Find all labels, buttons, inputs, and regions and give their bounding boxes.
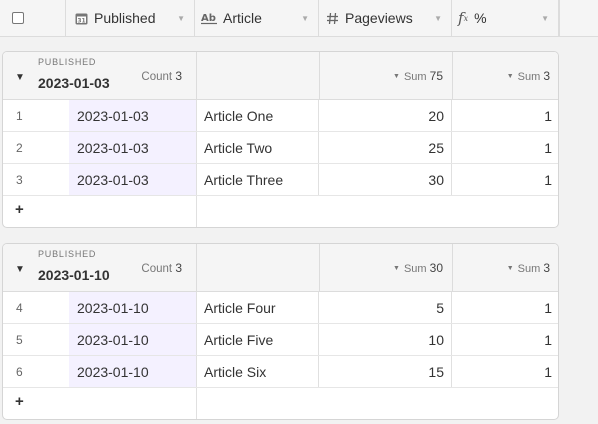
add-record-button[interactable]: + <box>15 393 24 410</box>
percent-cell[interactable]: 1 <box>452 132 558 163</box>
column-header-percent[interactable]: fx % ▼ <box>452 0 559 36</box>
percent-sum[interactable]: ▼ Sum 3 <box>507 261 550 275</box>
column-header-article[interactable]: Ab Article ▼ <box>195 0 319 36</box>
collapse-triangle-icon[interactable]: ▼ <box>15 264 25 275</box>
published-cell[interactable]: 2023-01-03 <box>69 164 196 195</box>
svg-text:31: 31 <box>77 17 85 24</box>
pageviews-cell[interactable]: 25 <box>319 132 452 163</box>
hash-icon <box>326 12 339 25</box>
article-cell[interactable]: Article Three <box>196 164 319 195</box>
caret-down-icon: ▼ <box>393 265 400 272</box>
group-value: 2023-01-10 <box>38 267 110 283</box>
group-count: Count 3 <box>141 261 182 275</box>
column-label-published: Published <box>94 10 156 26</box>
group-header: ▼ PUBLISHED 2023-01-10 Count 3 ▼ Sum 30 ▼… <box>3 244 558 292</box>
row-number: 5 <box>16 332 23 347</box>
row-number: 1 <box>16 108 23 123</box>
published-cell[interactable]: 2023-01-10 <box>69 324 196 355</box>
chevron-down-icon[interactable]: ▼ <box>301 14 309 23</box>
table-row[interactable]: 1 2023-01-03 Article One 20 1 <box>3 100 558 132</box>
group-field-label: PUBLISHED <box>38 249 97 259</box>
collapse-triangle-icon[interactable]: ▼ <box>15 72 25 83</box>
chevron-down-icon[interactable]: ▼ <box>541 14 549 23</box>
select-all-checkbox[interactable] <box>12 12 24 24</box>
row-number: 4 <box>16 300 23 315</box>
group-value: 2023-01-03 <box>38 75 110 91</box>
pageviews-cell[interactable]: 10 <box>319 324 452 355</box>
pageviews-sum[interactable]: ▼ Sum 75 <box>393 69 443 83</box>
percent-cell[interactable]: 1 <box>452 292 558 323</box>
group-field-label: PUBLISHED <box>38 57 97 67</box>
article-cell[interactable]: Article Six <box>196 356 319 387</box>
column-header-published[interactable]: 31 Published ▼ <box>66 0 195 36</box>
column-header-bar: 31 Published ▼ Ab Article ▼ Pageviews ▼ … <box>0 0 598 37</box>
article-cell[interactable]: Article One <box>196 100 319 131</box>
column-label-percent: % <box>474 10 487 26</box>
column-label-pageviews: Pageviews <box>345 10 413 26</box>
add-record-row[interactable]: + <box>3 196 558 227</box>
published-cell[interactable]: 2023-01-10 <box>69 356 196 387</box>
column-label-article: Article <box>223 10 262 26</box>
percent-sum[interactable]: ▼ Sum 3 <box>507 69 550 83</box>
table-row[interactable]: 6 2023-01-10 Article Six 15 1 <box>3 356 558 388</box>
percent-cell[interactable]: 1 <box>452 100 558 131</box>
svg-text:Ab: Ab <box>201 13 216 24</box>
group-2023-01-10: ▼ PUBLISHED 2023-01-10 Count 3 ▼ Sum 30 ▼… <box>2 243 559 420</box>
text-field-icon: Ab <box>201 12 217 25</box>
pageviews-cell[interactable]: 20 <box>319 100 452 131</box>
formula-icon: fx <box>458 9 469 27</box>
published-cell[interactable]: 2023-01-03 <box>69 100 196 131</box>
table-row[interactable]: 5 2023-01-10 Article Five 10 1 <box>3 324 558 356</box>
add-record-button[interactable]: + <box>15 201 24 218</box>
table-row[interactable]: 2 2023-01-03 Article Two 25 1 <box>3 132 558 164</box>
article-cell[interactable]: Article Four <box>196 292 319 323</box>
group-2023-01-03: ▼ PUBLISHED 2023-01-03 Count 3 ▼ Sum 75 ▼… <box>2 51 559 228</box>
article-cell[interactable]: Article Two <box>196 132 319 163</box>
table-row[interactable]: 4 2023-01-10 Article Four 5 1 <box>3 292 558 324</box>
chevron-down-icon[interactable]: ▼ <box>434 14 442 23</box>
column-header-pageviews[interactable]: Pageviews ▼ <box>319 0 452 36</box>
select-all-cell <box>0 0 66 36</box>
group-count: Count 3 <box>141 69 182 83</box>
pageviews-cell[interactable]: 5 <box>319 292 452 323</box>
article-cell[interactable]: Article Five <box>196 324 319 355</box>
percent-cell[interactable]: 1 <box>452 164 558 195</box>
caret-down-icon: ▼ <box>506 265 514 272</box>
published-cell[interactable]: 2023-01-03 <box>69 132 196 163</box>
percent-cell[interactable]: 1 <box>452 356 558 387</box>
row-number: 3 <box>16 172 23 187</box>
row-number: 2 <box>16 140 23 155</box>
row-number: 6 <box>16 364 23 379</box>
calendar-icon: 31 <box>75 12 88 25</box>
pageviews-sum[interactable]: ▼ Sum 30 <box>393 261 443 275</box>
pageviews-cell[interactable]: 30 <box>319 164 452 195</box>
caret-down-icon: ▼ <box>393 73 400 80</box>
published-cell[interactable]: 2023-01-10 <box>69 292 196 323</box>
percent-cell[interactable]: 1 <box>452 324 558 355</box>
caret-down-icon: ▼ <box>506 73 514 80</box>
chevron-down-icon[interactable]: ▼ <box>177 14 185 23</box>
table-row[interactable]: 3 2023-01-03 Article Three 30 1 <box>3 164 558 196</box>
group-header: ▼ PUBLISHED 2023-01-03 Count 3 ▼ Sum 75 ▼… <box>3 52 558 100</box>
pageviews-cell[interactable]: 15 <box>319 356 452 387</box>
add-record-row[interactable]: + <box>3 388 558 419</box>
